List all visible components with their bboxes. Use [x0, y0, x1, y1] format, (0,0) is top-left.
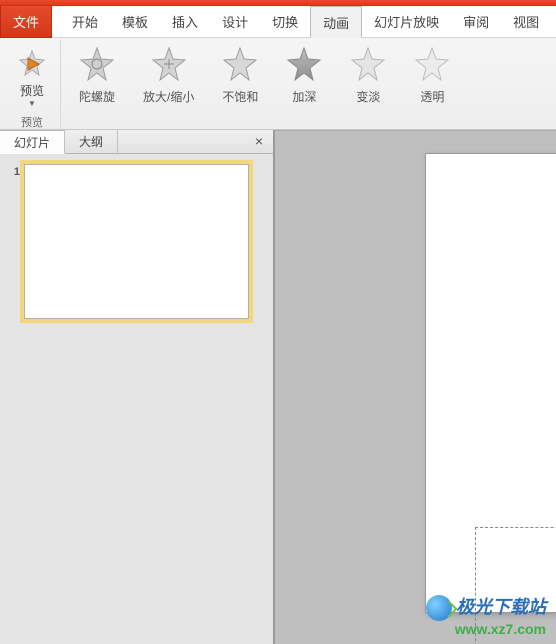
star-icon [414, 46, 450, 82]
preview-group-caption: 预览 [21, 112, 43, 130]
effect-transparency[interactable]: 透明 [414, 46, 450, 129]
star-icon [350, 46, 386, 82]
close-icon[interactable]: × [245, 130, 273, 153]
watermark-logo-icon [426, 595, 452, 621]
preview-label: 预览 [20, 82, 44, 99]
effect-desaturate[interactable]: 不饱和 [222, 46, 258, 129]
star-icon [79, 46, 115, 82]
watermark-title-text: 极光下载站 [456, 597, 546, 619]
thumbnails-area: 1 [0, 154, 273, 644]
effect-label: 不饱和 [222, 88, 258, 105]
preview-play-icon [16, 48, 48, 80]
effects-gallery: 陀螺旋 放大/缩小 不饱和 加深 变淡 [61, 40, 552, 129]
effect-grow-shrink[interactable]: 放大/缩小 [143, 46, 194, 129]
tab-outline[interactable]: 大纲 [65, 130, 118, 153]
watermark-url: www.xz7.com [426, 621, 546, 638]
panel-tabs: 幻灯片 大纲 × [0, 130, 273, 154]
tab-slides[interactable]: 幻灯片 [0, 130, 65, 154]
menu-design[interactable]: 设计 [210, 6, 260, 38]
menu-bar: 文件 开始 模板 插入 设计 切换 动画 幻灯片放映 审阅 视图 [0, 6, 556, 38]
menu-review[interactable]: 审阅 [451, 6, 501, 38]
chevron-down-icon[interactable]: ▼ [28, 99, 36, 108]
menu-slideshow[interactable]: 幻灯片放映 [362, 6, 451, 38]
menu-transition[interactable]: 切换 [260, 6, 310, 38]
preview-text: 预览 [20, 82, 44, 99]
effect-darken[interactable]: 加深 [286, 46, 322, 129]
effect-label: 变淡 [356, 88, 380, 105]
effect-label: 陀螺旋 [79, 88, 115, 105]
menu-template[interactable]: 模板 [110, 6, 160, 38]
slide-number: 1 [8, 164, 20, 178]
effect-spin[interactable]: 陀螺旋 [79, 46, 115, 129]
effect-label: 放大/缩小 [143, 88, 194, 105]
ribbon-group-preview: 预览 ▼ 预览 [4, 40, 61, 129]
file-tab[interactable]: 文件 [0, 6, 52, 38]
ribbon: 预览 ▼ 预览 陀螺旋 放大/缩小 不饱和 [0, 38, 556, 130]
effect-label: 透明 [420, 88, 444, 105]
slide-thumbnail[interactable] [24, 164, 249, 319]
effect-lighten[interactable]: 变淡 [350, 46, 386, 129]
slide-thumb-row[interactable]: 1 [8, 164, 265, 319]
star-icon [151, 46, 187, 82]
menu-insert[interactable]: 插入 [160, 6, 210, 38]
effect-label: 加深 [292, 88, 316, 105]
workspace: 幻灯片 大纲 × 1 [0, 130, 556, 644]
watermark: 极光下载站 www.xz7.com [426, 595, 546, 638]
preview-button[interactable]: 预览 ▼ [10, 44, 54, 112]
star-icon [286, 46, 322, 82]
menu-start[interactable]: 开始 [60, 6, 110, 38]
side-panel: 幻灯片 大纲 × 1 [0, 130, 275, 644]
menu-animation[interactable]: 动画 [310, 6, 362, 38]
star-icon [222, 46, 258, 82]
menu-view[interactable]: 视图 [501, 6, 551, 38]
watermark-title: 极光下载站 [426, 595, 546, 621]
canvas-area[interactable] [275, 130, 556, 644]
